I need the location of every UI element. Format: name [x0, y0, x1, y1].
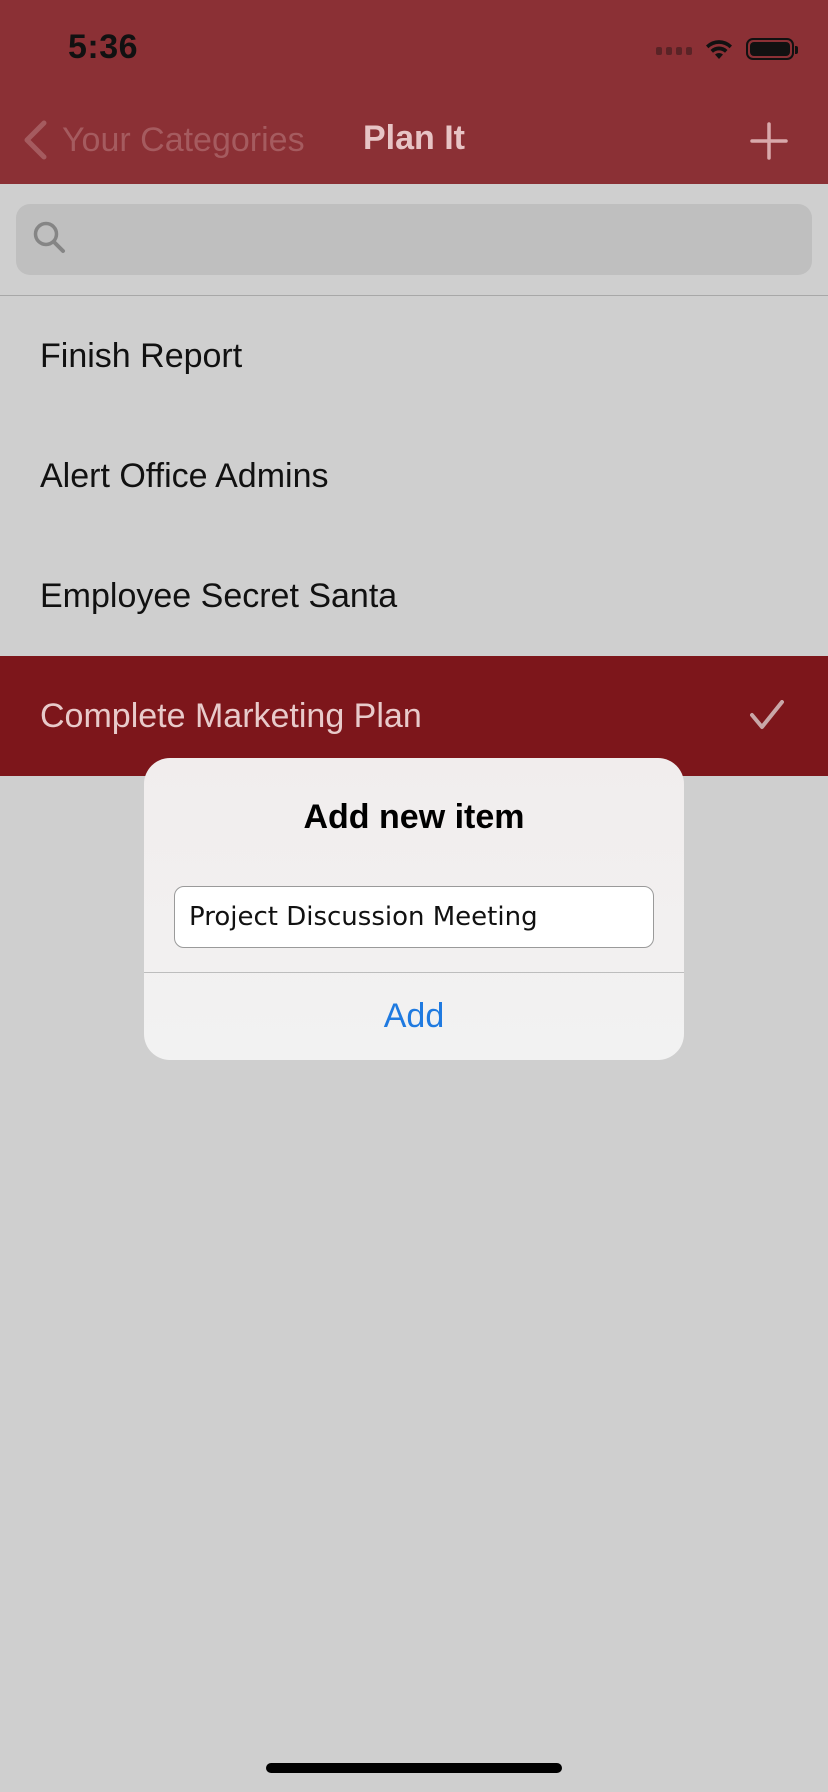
add-button[interactable] — [750, 122, 788, 160]
search-bar — [0, 184, 828, 296]
add-item-alert: Add new item Add — [144, 758, 684, 1060]
list-item-label: Finish Report — [40, 336, 243, 375]
home-indicator[interactable] — [266, 1763, 562, 1773]
list-item[interactable]: Alert Office Admins — [0, 416, 828, 536]
search-icon — [32, 220, 66, 259]
list-item-label: Employee Secret Santa — [40, 576, 398, 615]
alert-title: Add new item — [303, 798, 525, 836]
add-item-button[interactable]: Add — [144, 973, 684, 1060]
list-item-label: Alert Office Admins — [40, 456, 329, 495]
nav-header: 5:36 Your Categories Plan It — [0, 0, 828, 184]
list-item[interactable]: Employee Secret Santa — [0, 536, 828, 656]
list-item-label: Complete Marketing Plan — [40, 696, 422, 735]
page-title: Plan It — [362, 119, 466, 157]
search-input[interactable] — [74, 203, 812, 276]
checkmark-icon — [750, 700, 784, 730]
status-time: 5:36 — [68, 28, 139, 66]
battery-icon — [746, 38, 798, 60]
wifi-icon — [704, 37, 734, 61]
item-list: Finish Report Alert Office Admins Employ… — [0, 296, 828, 776]
list-item[interactable]: Finish Report — [0, 296, 828, 416]
new-item-input[interactable] — [174, 886, 654, 948]
plus-icon — [750, 122, 788, 160]
cellular-signal-icon — [656, 43, 692, 55]
search-field[interactable] — [16, 203, 812, 276]
status-indicators — [656, 34, 798, 64]
